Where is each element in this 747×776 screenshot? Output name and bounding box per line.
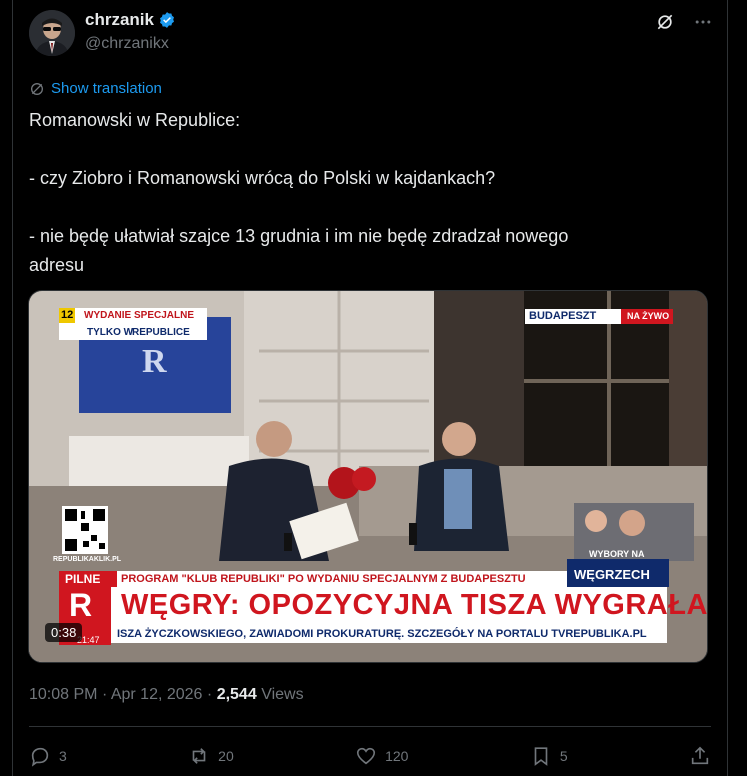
- views-count: 2,544: [216, 686, 257, 703]
- tweet-header-actions: [655, 12, 713, 32]
- bookmark-count: 5: [559, 748, 568, 764]
- badge-line1: WYDANIE SPECJALNE: [84, 310, 195, 321]
- inset-label-line2: WĘGRZECH: [574, 567, 650, 582]
- breaking-label: PILNE: [65, 572, 101, 586]
- like-count: 120: [385, 748, 409, 764]
- post-date[interactable]: Apr 12, 2026: [111, 686, 203, 703]
- qr-caption: REPUBLIKAKLIK.PL: [53, 556, 122, 563]
- tweet-card: chrzanik @chrzanikx Show translation Rom…: [12, 0, 728, 776]
- meta-separator: ·: [206, 686, 213, 703]
- reply-button[interactable]: 3: [29, 745, 67, 767]
- tweet-line: - czy Ziobro i Romanowski wrócą do Polsk…: [29, 168, 496, 188]
- reply-count: 3: [59, 748, 67, 764]
- show-translation-link[interactable]: Show translation: [29, 80, 162, 97]
- meta-separator: ·: [101, 686, 108, 703]
- headline: WĘGRY: OPOZYCYJNA TISZA WYGRAŁA: [121, 589, 708, 621]
- grok-icon[interactable]: [655, 12, 675, 32]
- bookmark-icon: [534, 747, 548, 766]
- tweet-line: Romanowski w Republice:: [29, 110, 241, 130]
- location-label: BUDAPESZT: [529, 310, 597, 322]
- ticker-bottom: ISZA ŻYCZKOWSKIEGO, ZAWIADOMI PROKURATUR…: [117, 628, 647, 640]
- tweet-line: adresu: [29, 255, 85, 275]
- views-label: Views: [261, 686, 304, 703]
- avatar-image: [29, 10, 75, 56]
- translate-icon: [31, 82, 43, 95]
- heart-icon: [357, 747, 376, 765]
- avatar[interactable]: [29, 10, 75, 56]
- bookmark-button[interactable]: 5: [530, 745, 568, 767]
- video-player[interactable]: 12 WYDANIE SPECJALNE TYLKO W REPUBLICE R…: [28, 290, 708, 663]
- post-time[interactable]: 10:08 PM: [29, 686, 97, 703]
- station-logo: R: [69, 587, 93, 623]
- badge-line2: TYLKO W: [87, 327, 134, 338]
- live-label: NA ŻYWO: [627, 311, 670, 321]
- divider: [29, 726, 711, 727]
- tv-logo-text: R: [142, 343, 167, 380]
- repost-button[interactable]: 20: [188, 745, 234, 767]
- reply-icon: [31, 747, 49, 767]
- verified-badge-icon: [160, 12, 174, 28]
- video-duration: 0:38: [45, 623, 83, 642]
- share-icon: [691, 746, 709, 765]
- action-bar: 3 20 120 5: [29, 745, 711, 767]
- badge-brand: REPUBLICE: [132, 327, 190, 338]
- tweet-text: Romanowski w Republice: - czy Ziobro i R…: [29, 106, 689, 280]
- repost-count: 20: [218, 748, 234, 764]
- like-button[interactable]: 120: [355, 745, 408, 767]
- tv-badge: 12 WYDANIE SPECJALNE TYLKO W REPUBLICE: [59, 308, 207, 340]
- inset-label-line1: WYBORY NA: [589, 549, 645, 559]
- tweet-meta: 10:08 PM · Apr 12, 2026 · 2,544 Views: [29, 686, 304, 704]
- duration-label: 0:38: [51, 625, 77, 640]
- share-button[interactable]: [689, 745, 711, 767]
- more-options-icon[interactable]: [693, 12, 713, 32]
- author-name-row[interactable]: chrzanik: [85, 10, 176, 30]
- author-handle[interactable]: @chrzanikx: [85, 35, 169, 53]
- author-name[interactable]: chrzanik: [85, 10, 154, 30]
- channel-number: 12: [61, 309, 74, 321]
- repost-icon: [192, 748, 206, 764]
- ticker-top: PROGRAM "KLUB REPUBLIKI" PO WYDANIU SPEC…: [121, 573, 526, 585]
- tweet-line: - nie będę ułatwiał szajce 13 grudnia i …: [29, 226, 569, 246]
- show-translation-label[interactable]: Show translation: [51, 80, 162, 97]
